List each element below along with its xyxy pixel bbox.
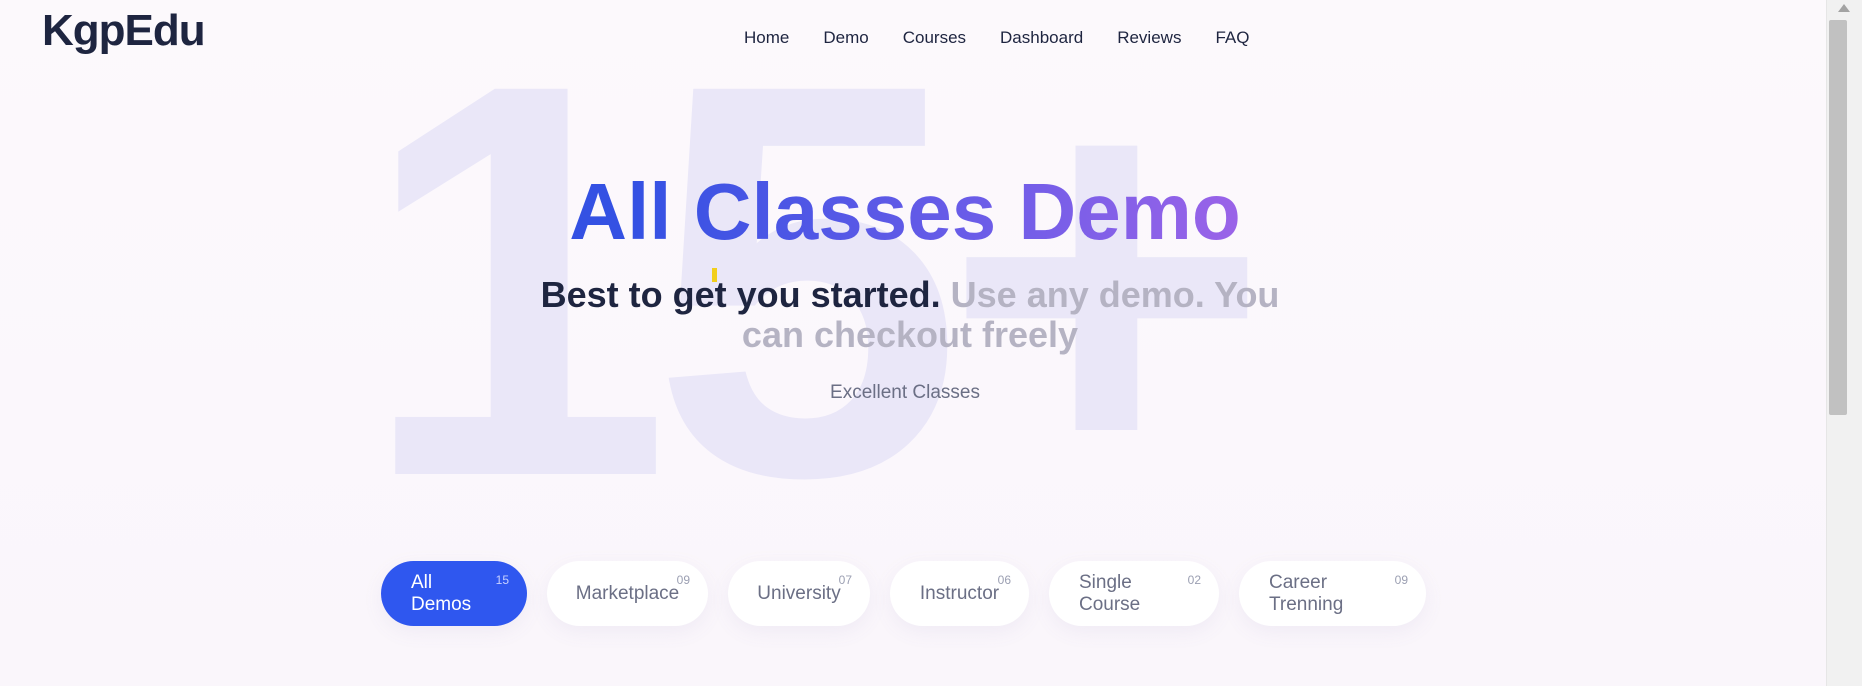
text-cursor-marker — [712, 268, 717, 282]
nav-item-reviews[interactable]: Reviews — [1117, 28, 1181, 48]
hero-subtitle-strong: Best to get you started. — [540, 274, 941, 315]
tab-label: Single Course — [1079, 571, 1141, 615]
tab-single-course[interactable]: Single Course 02 — [1049, 561, 1219, 626]
tab-count: 06 — [997, 573, 1011, 587]
tab-count: 09 — [1394, 573, 1408, 587]
tab-count: 02 — [1187, 573, 1201, 587]
tab-label: All Demos — [411, 571, 472, 615]
demo-filter-tabs: All Demos 15 Marketplace 09 University 0… — [381, 561, 1426, 626]
tab-instructor[interactable]: Instructor 06 — [890, 561, 1029, 626]
tab-count: 07 — [838, 573, 852, 587]
tab-all-demos[interactable]: All Demos 15 — [381, 561, 527, 626]
tab-label: University — [757, 582, 841, 604]
nav-item-courses[interactable]: Courses — [903, 28, 966, 48]
nav-item-faq[interactable]: FAQ — [1215, 28, 1249, 48]
nav-item-home[interactable]: Home — [744, 28, 789, 48]
main-nav: Home Demo Courses Dashboard Reviews FAQ — [744, 28, 1249, 48]
site-logo[interactable]: KgpEdu — [42, 6, 206, 56]
hero-tagline: Excellent Classes — [830, 382, 980, 403]
tab-label: Instructor — [919, 582, 1000, 604]
hero-title: All Classes Demo — [0, 166, 1810, 258]
tab-university[interactable]: University 07 — [728, 561, 870, 626]
tab-count: 09 — [676, 573, 690, 587]
scroll-up-arrow-icon[interactable] — [1838, 4, 1850, 12]
hero-subtitle: Best to get you started. Use any demo. Y… — [510, 275, 1310, 355]
tab-count: 15 — [495, 573, 509, 587]
tab-career-trenning[interactable]: Career Trenning 09 — [1239, 561, 1426, 626]
tab-label: Career Trenning — [1269, 571, 1344, 615]
landing-page: 15+ KgpEdu Home Demo Courses Dashboard R… — [0, 0, 1826, 686]
tab-label: Marketplace — [575, 582, 680, 604]
nav-item-dashboard[interactable]: Dashboard — [1000, 28, 1083, 48]
tab-marketplace[interactable]: Marketplace 09 — [547, 561, 708, 626]
nav-item-demo[interactable]: Demo — [823, 28, 868, 48]
scrollbar-thumb[interactable] — [1829, 20, 1847, 415]
